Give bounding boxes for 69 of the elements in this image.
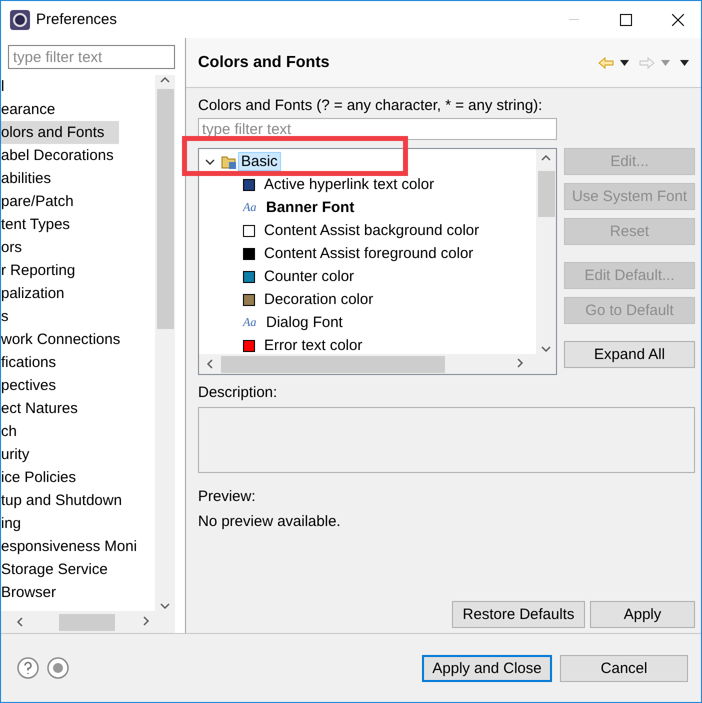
scroll-thumb[interactable] xyxy=(156,89,174,329)
sidebar-item[interactable]: pare/Patch xyxy=(1,190,155,213)
sidebar-item[interactable]: ors xyxy=(1,236,155,259)
scroll-up-icon[interactable] xyxy=(541,153,551,163)
sidebar-item[interactable]: ice Policies xyxy=(1,466,155,489)
preview-text: No preview available. xyxy=(198,512,342,532)
sidebar-item[interactable]: abel Decorations xyxy=(1,144,155,167)
scroll-right-icon[interactable] xyxy=(141,616,151,626)
sidebar-item[interactable]: tup and Shutdown xyxy=(1,489,155,512)
sidebar-item[interactable]: fications xyxy=(1,351,155,374)
action-button[interactable]: Restore Defaults xyxy=(452,601,585,628)
filter-label: Colors and Fonts (? = any character, * = any string): xyxy=(198,96,544,116)
sidebar-item[interactable]: s xyxy=(1,305,155,328)
sidebar-item[interactable]: earance xyxy=(1,98,155,121)
sidebar-item[interactable]: abilities xyxy=(1,167,155,190)
font-glyph: Aa xyxy=(243,200,257,215)
help-icon[interactable] xyxy=(17,657,39,679)
tree-item[interactable]: Banner Font xyxy=(263,198,358,217)
sidebar-item[interactable]: l xyxy=(1,75,155,98)
sidebar-item[interactable]: Browser xyxy=(1,581,155,604)
tree-item[interactable]: Dialog Font xyxy=(263,313,346,332)
sidebar-item[interactable]: ing xyxy=(1,512,155,535)
folder-icon xyxy=(221,154,237,170)
scroll-up-icon[interactable] xyxy=(160,75,170,85)
expand-chevron-icon[interactable] xyxy=(205,156,215,166)
tree-item[interactable]: Error text color xyxy=(261,336,366,354)
close-icon[interactable] xyxy=(672,14,684,26)
page-title: Colors and Fonts xyxy=(198,54,331,72)
tree-item[interactable]: Counter color xyxy=(261,267,358,286)
sidebar-item[interactable]: pectives xyxy=(1,374,155,397)
sidebar-item[interactable]: esponsiveness Moni xyxy=(1,535,155,558)
menu-caret-icon[interactable] xyxy=(680,60,689,66)
app-icon xyxy=(10,10,30,30)
sidebar-item[interactable]: olors and Fonts xyxy=(1,121,119,144)
dialog-button[interactable]: Cancel xyxy=(560,654,688,682)
sidebar-item[interactable]: urity xyxy=(1,443,155,466)
tree-item[interactable]: Content Assist foreground color xyxy=(261,244,476,263)
scrollbar[interactable] xyxy=(536,149,556,354)
scrollbar[interactable] xyxy=(155,75,175,611)
sidebar-item[interactable]: palization xyxy=(1,282,155,305)
record-icon[interactable] xyxy=(47,657,69,679)
horizontal-scrollbar[interactable] xyxy=(1,611,175,633)
sidebar-item[interactable]: ch xyxy=(1,420,155,443)
tree-item[interactable]: Content Assist background color xyxy=(261,221,482,240)
scroll-left-icon[interactable] xyxy=(205,359,215,369)
scroll-left-icon[interactable] xyxy=(15,617,25,627)
scroll-down-icon[interactable] xyxy=(541,344,551,354)
scroll-right-icon[interactable] xyxy=(515,358,525,368)
sidebar-item[interactable]: r Reporting xyxy=(1,259,155,282)
sidebar-item[interactable]: Storage Service xyxy=(1,558,155,581)
action-button[interactable]: Expand All xyxy=(564,341,695,368)
maximize-icon[interactable] xyxy=(620,14,632,26)
filter-field[interactable]: type filter text xyxy=(8,45,175,69)
scroll-thumb[interactable] xyxy=(538,171,554,217)
sidebar-item[interactable]: work Connections xyxy=(1,328,155,351)
sidebar-item[interactable]: tent Types xyxy=(1,213,155,236)
dropdown-caret-icon[interactable] xyxy=(620,60,629,66)
horizontal-scrollbar[interactable] xyxy=(199,354,556,374)
tree-item[interactable]: Basic xyxy=(238,152,281,171)
preview-label: Preview: xyxy=(198,487,257,507)
window-title: Preferences xyxy=(36,11,118,28)
tree-item[interactable]: Decoration color xyxy=(261,290,376,309)
description-label: Description: xyxy=(198,383,278,403)
dialog-button[interactable]: Apply and Close xyxy=(422,654,552,682)
scroll-down-icon[interactable] xyxy=(160,601,170,611)
font-glyph: Aa xyxy=(243,315,257,330)
tree-item[interactable]: Active hyperlink text color xyxy=(261,175,438,194)
sidebar-item[interactable]: ect Natures xyxy=(1,397,155,420)
action-button[interactable]: Apply xyxy=(590,601,695,628)
